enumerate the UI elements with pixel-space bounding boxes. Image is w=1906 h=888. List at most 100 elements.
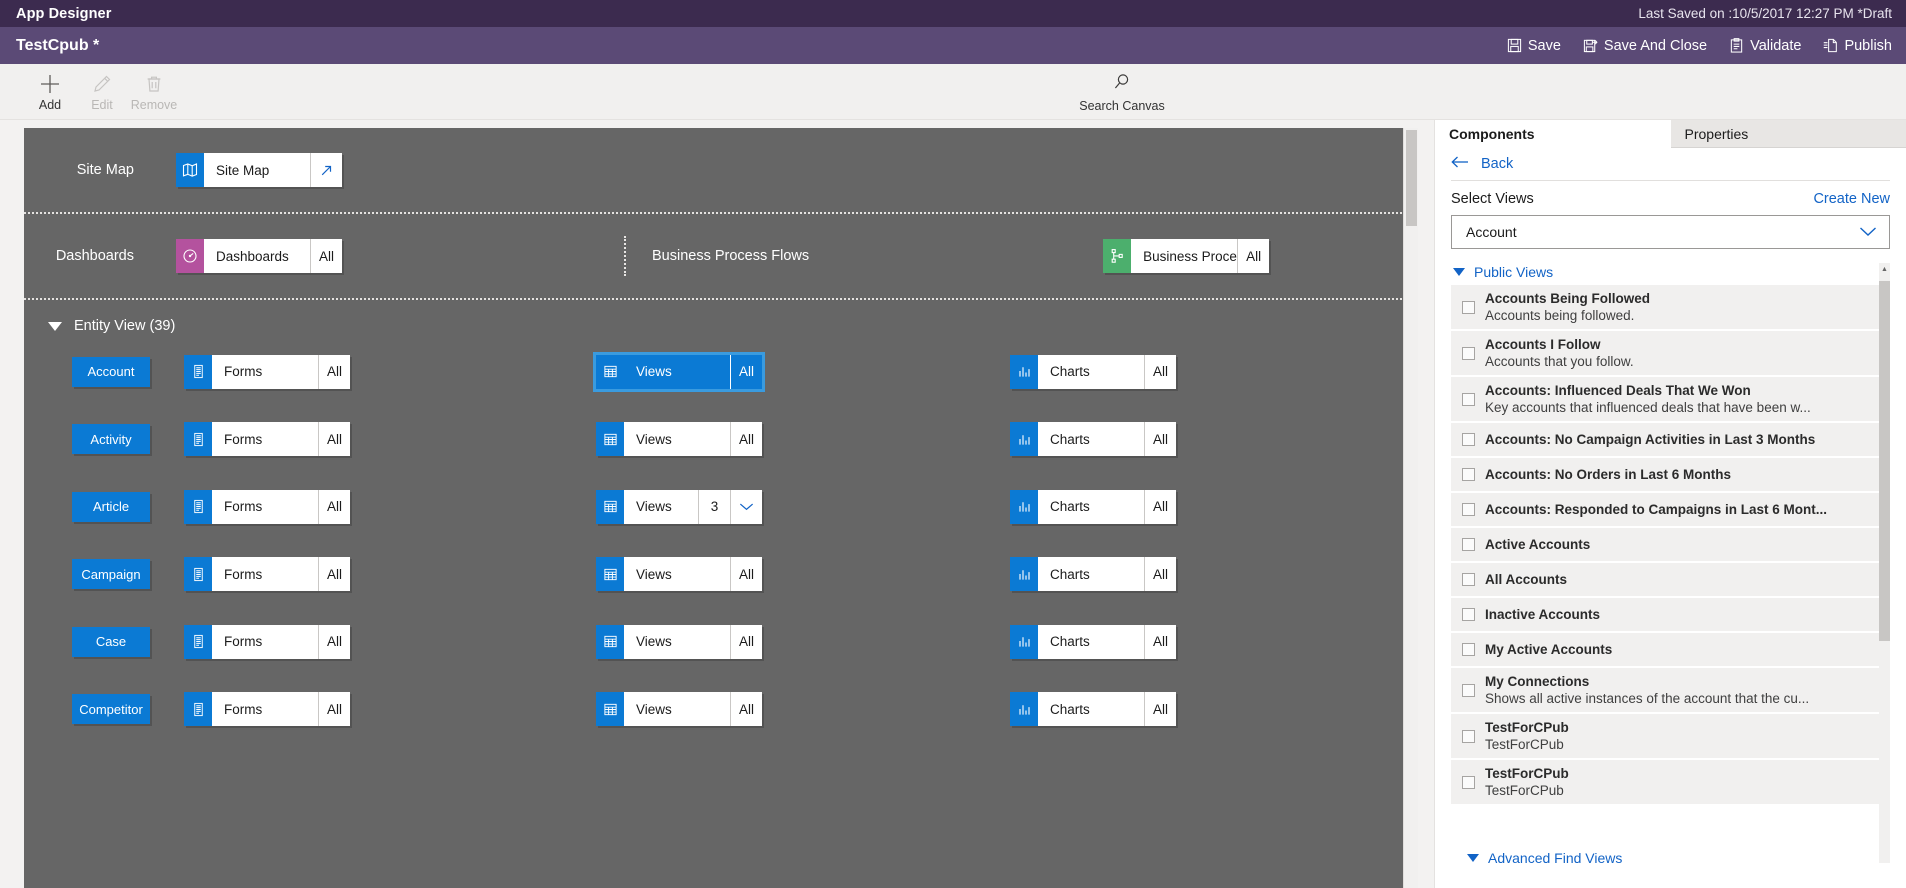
create-new-link[interactable]: Create New: [1813, 191, 1890, 207]
back-button[interactable]: Back: [1435, 148, 1906, 180]
view-list-item[interactable]: My Connections Shows all active instances…: [1451, 668, 1890, 714]
view-checkbox[interactable]: [1461, 608, 1475, 621]
view-checkbox-wrap[interactable]: [1451, 573, 1485, 586]
open-arrow-icon[interactable]: [310, 153, 342, 187]
view-list-item[interactable]: Accounts: Influenced Deals That We Won Ke…: [1451, 377, 1890, 423]
view-list-item[interactable]: Accounts: No Campaign Activities in Last…: [1451, 423, 1890, 458]
grid-icon: [596, 354, 624, 389]
forms-tile[interactable]: Forms All: [184, 692, 350, 727]
view-checkbox[interactable]: [1461, 538, 1475, 551]
business-process-flows-tile[interactable]: Business Proces... All: [1103, 239, 1270, 273]
view-checkbox-wrap[interactable]: [1451, 468, 1485, 481]
view-checkbox[interactable]: [1461, 643, 1475, 656]
entity-pill-activity[interactable]: Activity: [72, 424, 150, 455]
views-tile-label: Views: [636, 701, 672, 717]
form-icon: [184, 624, 212, 659]
entity-pill-case[interactable]: Case: [72, 626, 150, 657]
publish-button[interactable]: Publish: [1823, 38, 1892, 54]
view-checkbox-wrap[interactable]: [1451, 729, 1485, 743]
group-advanced-find-views[interactable]: Advanced Find Views: [1467, 850, 1622, 863]
view-list-item[interactable]: Inactive Accounts: [1451, 598, 1890, 633]
forms-tile[interactable]: Forms All: [184, 354, 350, 389]
forms-tile-label: Forms: [224, 701, 263, 717]
view-list-item[interactable]: TestForCPub TestForCPub: [1451, 760, 1890, 806]
view-checkbox[interactable]: [1461, 392, 1475, 406]
view-list-item[interactable]: All Accounts: [1451, 563, 1890, 598]
add-button[interactable]: Add: [24, 64, 76, 120]
forms-tile[interactable]: Forms All: [184, 422, 350, 457]
view-list-item[interactable]: TestForCPub TestForCPub: [1451, 714, 1890, 760]
tab-components[interactable]: Components: [1435, 120, 1671, 148]
views-tile[interactable]: Views All: [593, 351, 765, 392]
charts-tile[interactable]: Charts All: [1010, 624, 1176, 659]
entity-view-header[interactable]: Entity View (39): [24, 300, 1418, 338]
views-list-scrollbar[interactable]: ▲: [1879, 263, 1890, 863]
remove-button[interactable]: Remove: [128, 64, 180, 120]
views-tile[interactable]: Views All: [596, 557, 762, 592]
sitemap-tile[interactable]: Site Map: [176, 153, 342, 187]
forms-tile[interactable]: Forms All: [184, 489, 350, 524]
view-checkbox[interactable]: [1461, 729, 1475, 743]
search-icon: [1112, 72, 1132, 97]
validate-button[interactable]: Validate: [1729, 38, 1801, 54]
view-list-item[interactable]: Accounts: No Orders in Last 6 Months: [1451, 458, 1890, 493]
view-list-item[interactable]: My Active Accounts: [1451, 633, 1890, 668]
view-checkbox-wrap[interactable]: [1451, 392, 1485, 406]
charts-tile[interactable]: Charts All: [1010, 557, 1176, 592]
views-tile[interactable]: Views All: [596, 624, 762, 659]
entity-pill-campaign[interactable]: Campaign: [72, 559, 150, 590]
forms-tile[interactable]: Forms All: [184, 557, 350, 592]
dashboards-tile[interactable]: Dashboards All: [176, 239, 342, 273]
view-checkbox-wrap[interactable]: [1451, 643, 1485, 656]
group-public-views[interactable]: Public Views: [1451, 263, 1890, 285]
views-list-scrollbar-thumb[interactable]: [1879, 281, 1890, 641]
entity-pill-account[interactable]: Account: [72, 356, 150, 387]
view-checkbox[interactable]: [1461, 433, 1475, 446]
view-checkbox[interactable]: [1461, 775, 1475, 789]
entity-select[interactable]: Account: [1451, 215, 1890, 249]
view-checkbox-wrap[interactable]: [1451, 683, 1485, 697]
view-checkbox-wrap[interactable]: [1451, 608, 1485, 621]
tab-properties[interactable]: Properties: [1670, 120, 1906, 148]
bpf-row-label: Business Process Flows: [652, 248, 810, 264]
scroll-up-icon[interactable]: ▲: [1879, 263, 1890, 275]
view-list-item[interactable]: Accounts I Follow Accounts that you follo…: [1451, 331, 1890, 377]
edit-button[interactable]: Edit: [76, 64, 128, 120]
view-checkbox[interactable]: [1461, 573, 1475, 586]
view-checkbox-wrap[interactable]: [1451, 503, 1485, 516]
save-button[interactable]: Save: [1507, 38, 1561, 54]
views-tile[interactable]: Views All: [596, 422, 762, 457]
view-checkbox[interactable]: [1461, 468, 1475, 481]
canvas-scrollbar-thumb[interactable]: [1406, 130, 1417, 226]
save-and-close-button[interactable]: Save And Close: [1583, 38, 1707, 54]
forms-tile-count: All: [318, 557, 350, 592]
forms-tile[interactable]: Forms All: [184, 624, 350, 659]
views-tile[interactable]: Views All: [596, 692, 762, 727]
save-and-close-button-label: Save And Close: [1603, 37, 1708, 54]
view-checkbox[interactable]: [1461, 683, 1475, 697]
charts-tile[interactable]: Charts All: [1010, 489, 1176, 524]
view-checkbox-wrap[interactable]: [1451, 433, 1485, 446]
view-item-name: Accounts Being Followed: [1485, 291, 1651, 306]
views-tile[interactable]: Views 3: [596, 489, 762, 524]
charts-tile[interactable]: Charts All: [1010, 354, 1176, 389]
entity-pill-competitor[interactable]: Competitor: [72, 694, 150, 725]
charts-tile[interactable]: Charts All: [1010, 422, 1176, 457]
search-canvas-button[interactable]: Search Canvas: [1068, 64, 1176, 120]
view-list-item[interactable]: Accounts: Responded to Campaigns in Last…: [1451, 493, 1890, 528]
view-checkbox-wrap[interactable]: [1451, 538, 1485, 551]
canvas-scrollbar[interactable]: ▲: [1403, 128, 1418, 888]
view-checkbox[interactable]: [1461, 346, 1475, 360]
view-checkbox-wrap[interactable]: [1451, 775, 1485, 789]
view-checkbox[interactable]: [1461, 300, 1475, 314]
forms-tile-label: Forms: [224, 634, 263, 650]
view-checkbox-wrap[interactable]: [1451, 346, 1485, 360]
view-list-item[interactable]: Accounts Being Followed Accounts being fo…: [1451, 285, 1890, 331]
grid-icon: [596, 624, 624, 659]
charts-tile[interactable]: Charts All: [1010, 692, 1176, 727]
views-tile-chevron[interactable]: [730, 489, 762, 524]
view-checkbox[interactable]: [1461, 503, 1475, 516]
entity-pill-article[interactable]: Article: [72, 491, 150, 522]
view-checkbox-wrap[interactable]: [1451, 300, 1485, 314]
view-list-item[interactable]: Active Accounts: [1451, 528, 1890, 563]
